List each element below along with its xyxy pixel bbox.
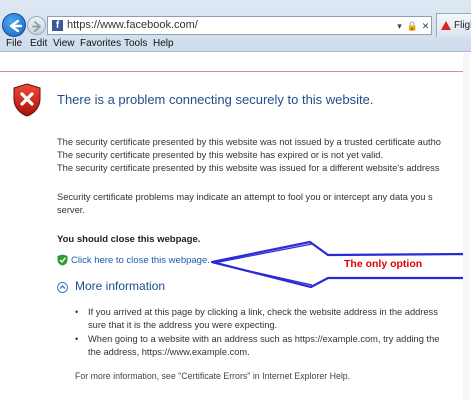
annotation-arrow <box>210 240 471 289</box>
green-shield-check-icon <box>57 254 68 266</box>
browser-tab[interactable]: Fligh <box>436 13 471 37</box>
tab-label: Fligh <box>454 20 471 31</box>
browser-toolbar: f https://www.facebook.com/ ▾🔒✕ Fligh Fi… <box>0 0 471 52</box>
menu-edit[interactable]: Edit <box>30 38 47 49</box>
cert-line-3: The security certificate presented by th… <box>57 163 440 173</box>
menu-help[interactable]: Help <box>153 38 174 49</box>
page-divider <box>0 71 471 72</box>
menu-file[interactable]: File <box>6 38 22 49</box>
cert-line-2: The security certificate presented by th… <box>57 150 384 160</box>
bullet-2-line-2: the address, https://www.example.com. <box>88 347 250 357</box>
address-text[interactable]: https://www.facebook.com/ <box>67 19 198 31</box>
address-bar[interactable]: f https://www.facebook.com/ <box>47 16 432 35</box>
bullet-1-line-2: sure that it is the address you were exp… <box>88 320 278 330</box>
shield-error-icon <box>13 83 41 117</box>
forward-arrow-icon <box>32 21 41 32</box>
bullet-marker: • <box>75 307 79 317</box>
close-webpage-link[interactable]: Click here to close this webpage. <box>71 255 210 266</box>
back-button[interactable] <box>2 13 26 37</box>
forward-button[interactable] <box>27 16 46 35</box>
airline-favicon-icon <box>441 21 451 30</box>
help-footer-text: For more information, see "Certificate E… <box>75 371 351 381</box>
warning-line-2: server. <box>57 205 85 215</box>
warning-line-1: Security certificate problems may indica… <box>57 192 433 202</box>
back-arrow-icon <box>9 19 23 33</box>
menu-bar: File Edit View Favorites Tools Help <box>0 38 471 52</box>
menu-view[interactable]: View <box>53 38 75 49</box>
page-title: There is a problem connecting securely t… <box>57 92 374 107</box>
expand-chevron-icon[interactable] <box>57 282 68 293</box>
bullet-marker: • <box>75 334 79 344</box>
bullet-2-line-1: When going to a website with an address … <box>88 334 440 344</box>
facebook-favicon-icon: f <box>52 20 63 31</box>
certificate-error-lock-icon[interactable]: 🔒 <box>406 17 419 36</box>
address-dropdown-icon[interactable]: ▾ <box>393 17 406 36</box>
bullet-1-line-1: If you arrived at this page by clicking … <box>88 307 438 317</box>
menu-tools[interactable]: Tools <box>124 38 147 49</box>
close-heading: You should close this webpage. <box>57 234 201 245</box>
stop-icon[interactable]: ✕ <box>419 17 432 36</box>
menu-favorites[interactable]: Favorites <box>80 38 121 49</box>
page-right-edge <box>463 53 471 400</box>
cert-line-1: The security certificate presented by th… <box>57 137 441 147</box>
address-bar-buttons: ▾ 🔒 ✕ <box>393 16 433 35</box>
more-information-label[interactable]: More information <box>75 279 165 293</box>
annotation-label: The only option <box>344 258 423 270</box>
